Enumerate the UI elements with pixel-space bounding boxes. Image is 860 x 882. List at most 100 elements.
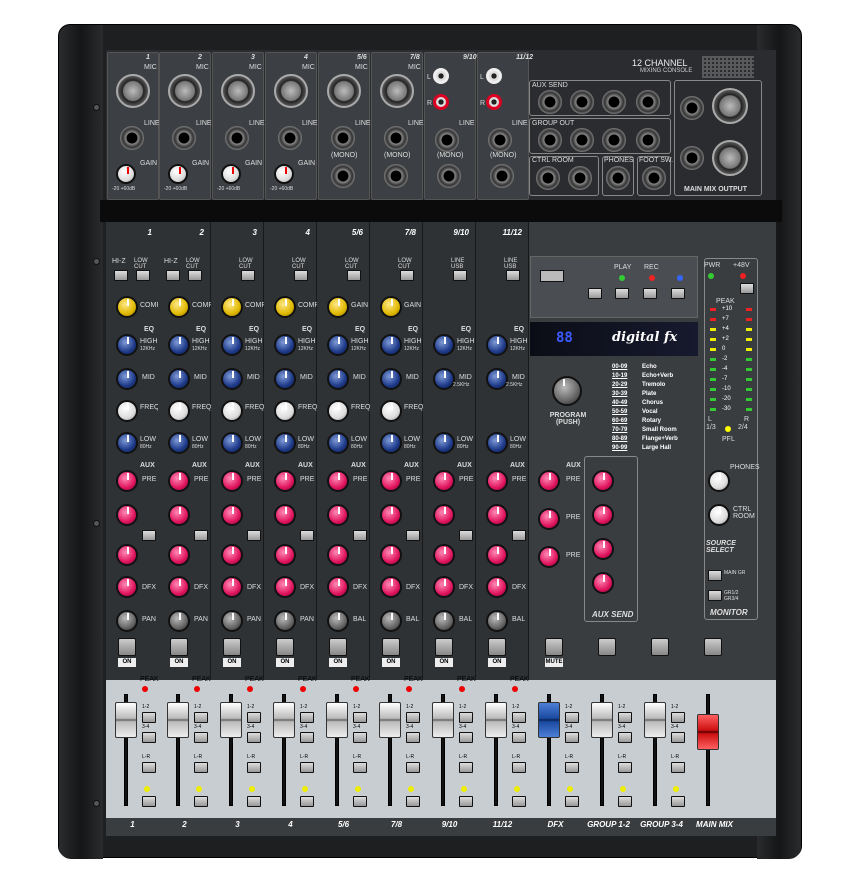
line-r-jack[interactable] — [490, 164, 514, 188]
fx-program-knob[interactable] — [552, 376, 582, 406]
dfx-aux-knob[interactable] — [538, 470, 560, 492]
source-main-gr-button[interactable] — [708, 570, 722, 581]
aux-3-knob[interactable] — [380, 544, 402, 566]
aux-1-knob[interactable] — [274, 470, 296, 492]
aux-send-4-jack[interactable] — [636, 90, 660, 114]
xlr-mic-input[interactable] — [116, 74, 150, 108]
rca-l-input[interactable] — [433, 68, 449, 84]
eq-low-knob[interactable] — [433, 432, 455, 454]
rca-r-input[interactable] — [433, 94, 449, 110]
dfx-knob[interactable] — [274, 576, 296, 598]
phones-jack[interactable] — [606, 166, 630, 190]
eq-high-knob[interactable] — [274, 334, 296, 356]
eq-mid-knob[interactable] — [327, 368, 349, 390]
pfl-button[interactable] — [565, 796, 579, 807]
pan-knob[interactable] — [116, 610, 138, 632]
pfl-button[interactable] — [142, 796, 156, 807]
eq-high-knob[interactable] — [168, 334, 190, 356]
channel-on-button[interactable] — [118, 638, 136, 656]
eq-high-knob[interactable] — [486, 334, 508, 356]
line-input-jack[interactable] — [384, 126, 408, 150]
mid-freq-knob[interactable] — [221, 400, 243, 422]
main-out-r-xlr[interactable] — [712, 140, 748, 176]
channel-fader[interactable] — [432, 702, 454, 738]
hi-z-button[interactable] — [166, 270, 180, 281]
mid-freq-knob[interactable] — [116, 400, 138, 422]
pan-knob[interactable] — [274, 610, 296, 632]
eq-low-knob[interactable] — [486, 432, 508, 454]
assign-34-button[interactable] — [194, 732, 208, 743]
assign-lr-button[interactable] — [565, 762, 579, 773]
aux-1-knob[interactable] — [116, 470, 138, 492]
low-cut-button[interactable] — [347, 270, 361, 281]
eq-mid-knob[interactable] — [116, 368, 138, 390]
rca-l-input[interactable] — [486, 68, 502, 84]
line-input-jack[interactable] — [278, 126, 302, 150]
eq-low-knob[interactable] — [327, 432, 349, 454]
line-r-jack[interactable] — [437, 164, 461, 188]
line-input-jack[interactable] — [225, 126, 249, 150]
assign-lr-button[interactable] — [618, 762, 632, 773]
channel-fader[interactable] — [644, 702, 666, 738]
usb-port[interactable] — [540, 270, 564, 282]
aux-send-2-jack[interactable] — [570, 90, 594, 114]
usb-play-pause-button[interactable] — [588, 288, 602, 299]
pan-knob[interactable] — [168, 610, 190, 632]
line-r-jack[interactable] — [384, 164, 408, 188]
balance-knob[interactable] — [327, 610, 349, 632]
pfl-button[interactable] — [300, 796, 314, 807]
aux-pre-post-button[interactable] — [406, 530, 420, 541]
aux-3-knob[interactable] — [168, 544, 190, 566]
source-gr-button[interactable] — [708, 590, 722, 601]
gain-knob[interactable] — [380, 296, 402, 318]
channel-on-button[interactable] — [170, 638, 188, 656]
assign-34-button[interactable] — [300, 732, 314, 743]
assign-lr-button[interactable] — [459, 762, 473, 773]
line-input-jack[interactable] — [172, 126, 196, 150]
ctrl-room-r-jack[interactable] — [568, 166, 592, 190]
line-l-jack[interactable] — [488, 128, 512, 152]
group-on-button[interactable] — [704, 638, 722, 656]
aux-3-knob[interactable] — [327, 544, 349, 566]
eq-mid-knob[interactable] — [221, 368, 243, 390]
pan-knob[interactable] — [221, 610, 243, 632]
phantom-power-button[interactable] — [740, 283, 754, 294]
aux-3-knob[interactable] — [433, 544, 455, 566]
group-out-4-jack[interactable] — [636, 128, 660, 152]
aux-2-knob[interactable] — [433, 504, 455, 526]
group-on-button[interactable] — [651, 638, 669, 656]
balance-knob[interactable] — [486, 610, 508, 632]
xlr-mic-input[interactable] — [327, 74, 361, 108]
mid-freq-knob[interactable] — [168, 400, 190, 422]
channel-on-button[interactable] — [382, 638, 400, 656]
assign-34-button[interactable] — [512, 732, 526, 743]
aux-send-master-knob[interactable] — [592, 572, 614, 594]
eq-low-knob[interactable] — [274, 432, 296, 454]
eq-high-knob[interactable] — [221, 334, 243, 356]
aux-2-knob[interactable] — [486, 504, 508, 526]
channel-fader[interactable] — [220, 702, 242, 738]
assign-lr-button[interactable] — [194, 762, 208, 773]
channel-fader[interactable] — [379, 702, 401, 738]
aux-1-knob[interactable] — [433, 470, 455, 492]
ctrl-room-l-jack[interactable] — [536, 166, 560, 190]
xlr-mic-input[interactable] — [274, 74, 308, 108]
dfx-knob[interactable] — [486, 576, 508, 598]
assign-lr-button[interactable] — [300, 762, 314, 773]
aux-1-knob[interactable] — [168, 470, 190, 492]
gain-knob[interactable] — [274, 164, 294, 184]
aux-3-knob[interactable] — [486, 544, 508, 566]
assign-34-button[interactable] — [459, 732, 473, 743]
gain-knob[interactable] — [327, 296, 349, 318]
gain-knob[interactable] — [116, 164, 136, 184]
mid-freq-knob[interactable] — [327, 400, 349, 422]
low-cut-button[interactable] — [400, 270, 414, 281]
main-out-l-xlr[interactable] — [712, 88, 748, 124]
pfl-button[interactable] — [194, 796, 208, 807]
assign-12-button[interactable] — [194, 712, 208, 723]
channel-on-button[interactable] — [223, 638, 241, 656]
usb-next-button[interactable] — [643, 288, 657, 299]
group-out-3-jack[interactable] — [602, 128, 626, 152]
dfx-knob[interactable] — [116, 576, 138, 598]
gain-knob[interactable] — [168, 164, 188, 184]
